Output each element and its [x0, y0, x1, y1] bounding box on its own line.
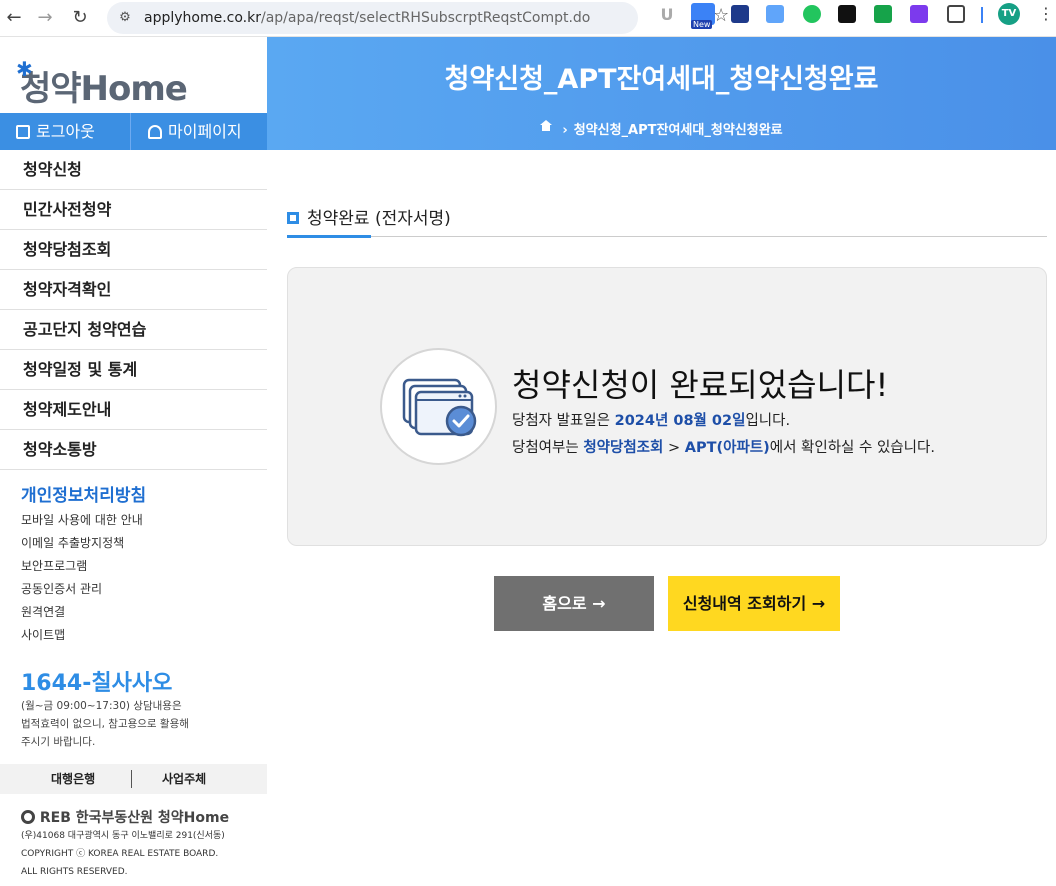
logout-button[interactable]: 로그아웃	[16, 113, 95, 150]
menu-item-winner-lookup[interactable]: 청약당첨조회	[0, 230, 267, 270]
address-line: (우)41068 대구광역시 동구 이노밸리로 291(신서동)	[21, 831, 225, 841]
line2-prefix: 당첨여부는	[512, 440, 584, 456]
announcement-date: 2024년 08월 02일	[614, 413, 746, 429]
extension-play-icon[interactable]	[874, 5, 892, 23]
support-phone: 1644-칠사사오	[21, 671, 173, 696]
lock-icon	[16, 125, 30, 139]
apt-link[interactable]: APT(아파트)	[685, 440, 770, 456]
menu-item-apply[interactable]: 청약신청	[0, 150, 267, 190]
extension-search-icon[interactable]	[731, 5, 749, 23]
menu-item-private-presale[interactable]: 민간사전청약	[0, 190, 267, 230]
copyright-line: COPYRIGHT ⓒ KOREA REAL ESTATE BOARD.	[21, 849, 219, 859]
menu-item-schedule[interactable]: 청약일정 및 통계	[0, 350, 267, 390]
forward-icon[interactable]: →	[32, 5, 58, 31]
url-text[interactable]: applyhome.co.kr/ap/apa/reqst/selectRHSub…	[144, 2, 590, 34]
footer-divider	[131, 770, 132, 788]
bank-link[interactable]: 대행은행	[51, 764, 95, 794]
operator-link[interactable]: 사업주체	[162, 764, 206, 794]
sublinks: 모바일 사용에 대한 안내 이메일 추출방지정책 보안프로그램 공동인증서 관리…	[21, 509, 143, 647]
auth-divider	[130, 113, 131, 150]
sublink-security[interactable]: 보안프로그램	[21, 555, 143, 578]
winner-lookup-link[interactable]: 청약당첨조회	[583, 440, 663, 456]
hours-line-2: 법적효력이 없으니, 참고용으로 활용해	[21, 718, 189, 730]
extension-new-icon[interactable]: New	[691, 3, 715, 29]
sublink-certificate[interactable]: 공동인증서 관리	[21, 578, 143, 601]
logo-star-icon: ✱	[16, 57, 33, 81]
privacy-policy-link[interactable]: 개인정보처리방침	[21, 481, 146, 506]
reb-ring-icon	[21, 810, 35, 824]
support-hours: (월~금 09:00~17:30) 상담내용은 법적효력이 없으니, 참고용으로…	[21, 697, 251, 751]
site-logo[interactable]: ✱ 청약Home	[16, 57, 188, 110]
address-bar[interactable]: ⚙ applyhome.co.kr/ap/apa/reqst/selectRHS…	[107, 2, 729, 34]
menu-item-eligibility[interactable]: 청약자격확인	[0, 270, 267, 310]
browser-menu-icon[interactable]: ⋮	[1038, 4, 1054, 23]
new-badge: New	[691, 20, 713, 29]
section-divider	[287, 236, 1047, 237]
extension-app-icon[interactable]	[910, 5, 928, 23]
reb-text: REB 한국부동산원 청약Home	[39, 810, 230, 826]
sublink-remote[interactable]: 원격연결	[21, 601, 143, 624]
hours-line-3: 주시기 바랍니다.	[21, 736, 96, 748]
rights-line: ALL RIGHTS RESERVED.	[21, 867, 128, 877]
mypage-label: 마이페이지	[168, 122, 242, 141]
sublink-mobile[interactable]: 모바일 사용에 대한 안내	[21, 509, 143, 532]
chevron-right-icon: ›	[562, 123, 568, 138]
section-title-text: 청약완료 (전자서명)	[307, 209, 451, 229]
menu-item-practice[interactable]: 공고단지 청약연습	[0, 310, 267, 350]
extension-translate-icon[interactable]	[766, 5, 784, 23]
profile-avatar[interactable]: TV	[998, 3, 1020, 25]
extension-dark-icon[interactable]	[838, 5, 856, 23]
line1-suffix: 입니다.	[745, 413, 791, 429]
line2-sep: >	[663, 440, 685, 456]
sidebar: ✱ 청약Home 로그아웃 마이페이지 청약신청 민간사전청약 청약당첨조회 청…	[0, 37, 267, 886]
extension-chat-icon[interactable]	[803, 5, 821, 23]
breadcrumb: › 청약신청_APT잔여세대_청약신청완료	[267, 119, 1056, 138]
sublink-email-policy[interactable]: 이메일 추출방지정책	[21, 532, 143, 555]
back-icon[interactable]: ←	[1, 5, 27, 31]
line2-suffix: 에서 확인하실 수 있습니다.	[769, 440, 935, 456]
extension-u-icon[interactable]: U	[658, 5, 676, 24]
user-icon	[148, 125, 162, 139]
square-bullet-icon	[287, 212, 299, 224]
sublink-sitemap[interactable]: 사이트맵	[21, 624, 143, 647]
footer-links: 대행은행 사업주체	[0, 764, 267, 794]
view-application-button[interactable]: 신청내역 조회하기 →	[668, 576, 840, 631]
completion-message: 청약신청이 완료되었습니다!	[512, 366, 889, 404]
page-title: 청약신청_APT잔여세대_청약신청완료	[444, 64, 879, 95]
site-info-icon[interactable]: ⚙	[116, 9, 134, 27]
completion-box: 청약신청이 완료되었습니다! 당첨자 발표일은 2024년 08월 02일입니다…	[287, 267, 1047, 546]
mypage-button[interactable]: 마이페이지	[148, 113, 242, 150]
section-title: 청약완료 (전자서명)	[287, 204, 451, 229]
home-icon[interactable]	[540, 120, 553, 134]
completion-illustration	[380, 348, 497, 465]
extensions-puzzle-icon[interactable]	[947, 5, 965, 23]
logout-label: 로그아웃	[36, 122, 95, 141]
section-active-underline	[287, 235, 371, 238]
bookmark-star-icon[interactable]: ☆	[713, 5, 729, 26]
announcement-date-text: 당첨자 발표일은 2024년 08월 02일입니다.	[512, 409, 790, 430]
footer-address: (우)41068 대구광역시 동구 이노밸리로 291(신서동) COPYRIG…	[21, 827, 225, 881]
line1-prefix: 당첨자 발표일은	[512, 413, 615, 429]
hours-line-1: (월~금 09:00~17:30) 상담내용은	[21, 700, 182, 712]
page-header: 청약신청_APT잔여세대_청약신청완료 › 청약신청_APT잔여세대_청약신청완료	[267, 37, 1056, 150]
browser-window-check-icon	[402, 378, 477, 437]
home-button[interactable]: 홈으로 →	[494, 576, 654, 631]
toolbar-divider	[981, 7, 983, 23]
menu-item-guide[interactable]: 청약제도안내	[0, 390, 267, 430]
browser-toolbar: ← → ↻ ⚙ applyhome.co.kr/ap/apa/reqst/sel…	[0, 0, 1056, 37]
reload-icon[interactable]: ↻	[67, 5, 93, 31]
auth-bar: 로그아웃 마이페이지	[0, 113, 267, 150]
main-menu: 청약신청 민간사전청약 청약당첨조회 청약자격확인 공고단지 청약연습 청약일정…	[0, 150, 267, 470]
menu-item-community[interactable]: 청약소통방	[0, 430, 267, 470]
breadcrumb-current: 청약신청_APT잔여세대_청약신청완료	[573, 123, 783, 138]
reb-logo: REB 한국부동산원 청약Home	[21, 807, 229, 827]
check-result-text: 당첨여부는 청약당첨조회 > APT(아파트)에서 확인하실 수 있습니다.	[512, 436, 935, 457]
logo-text: 청약Home	[20, 69, 188, 109]
